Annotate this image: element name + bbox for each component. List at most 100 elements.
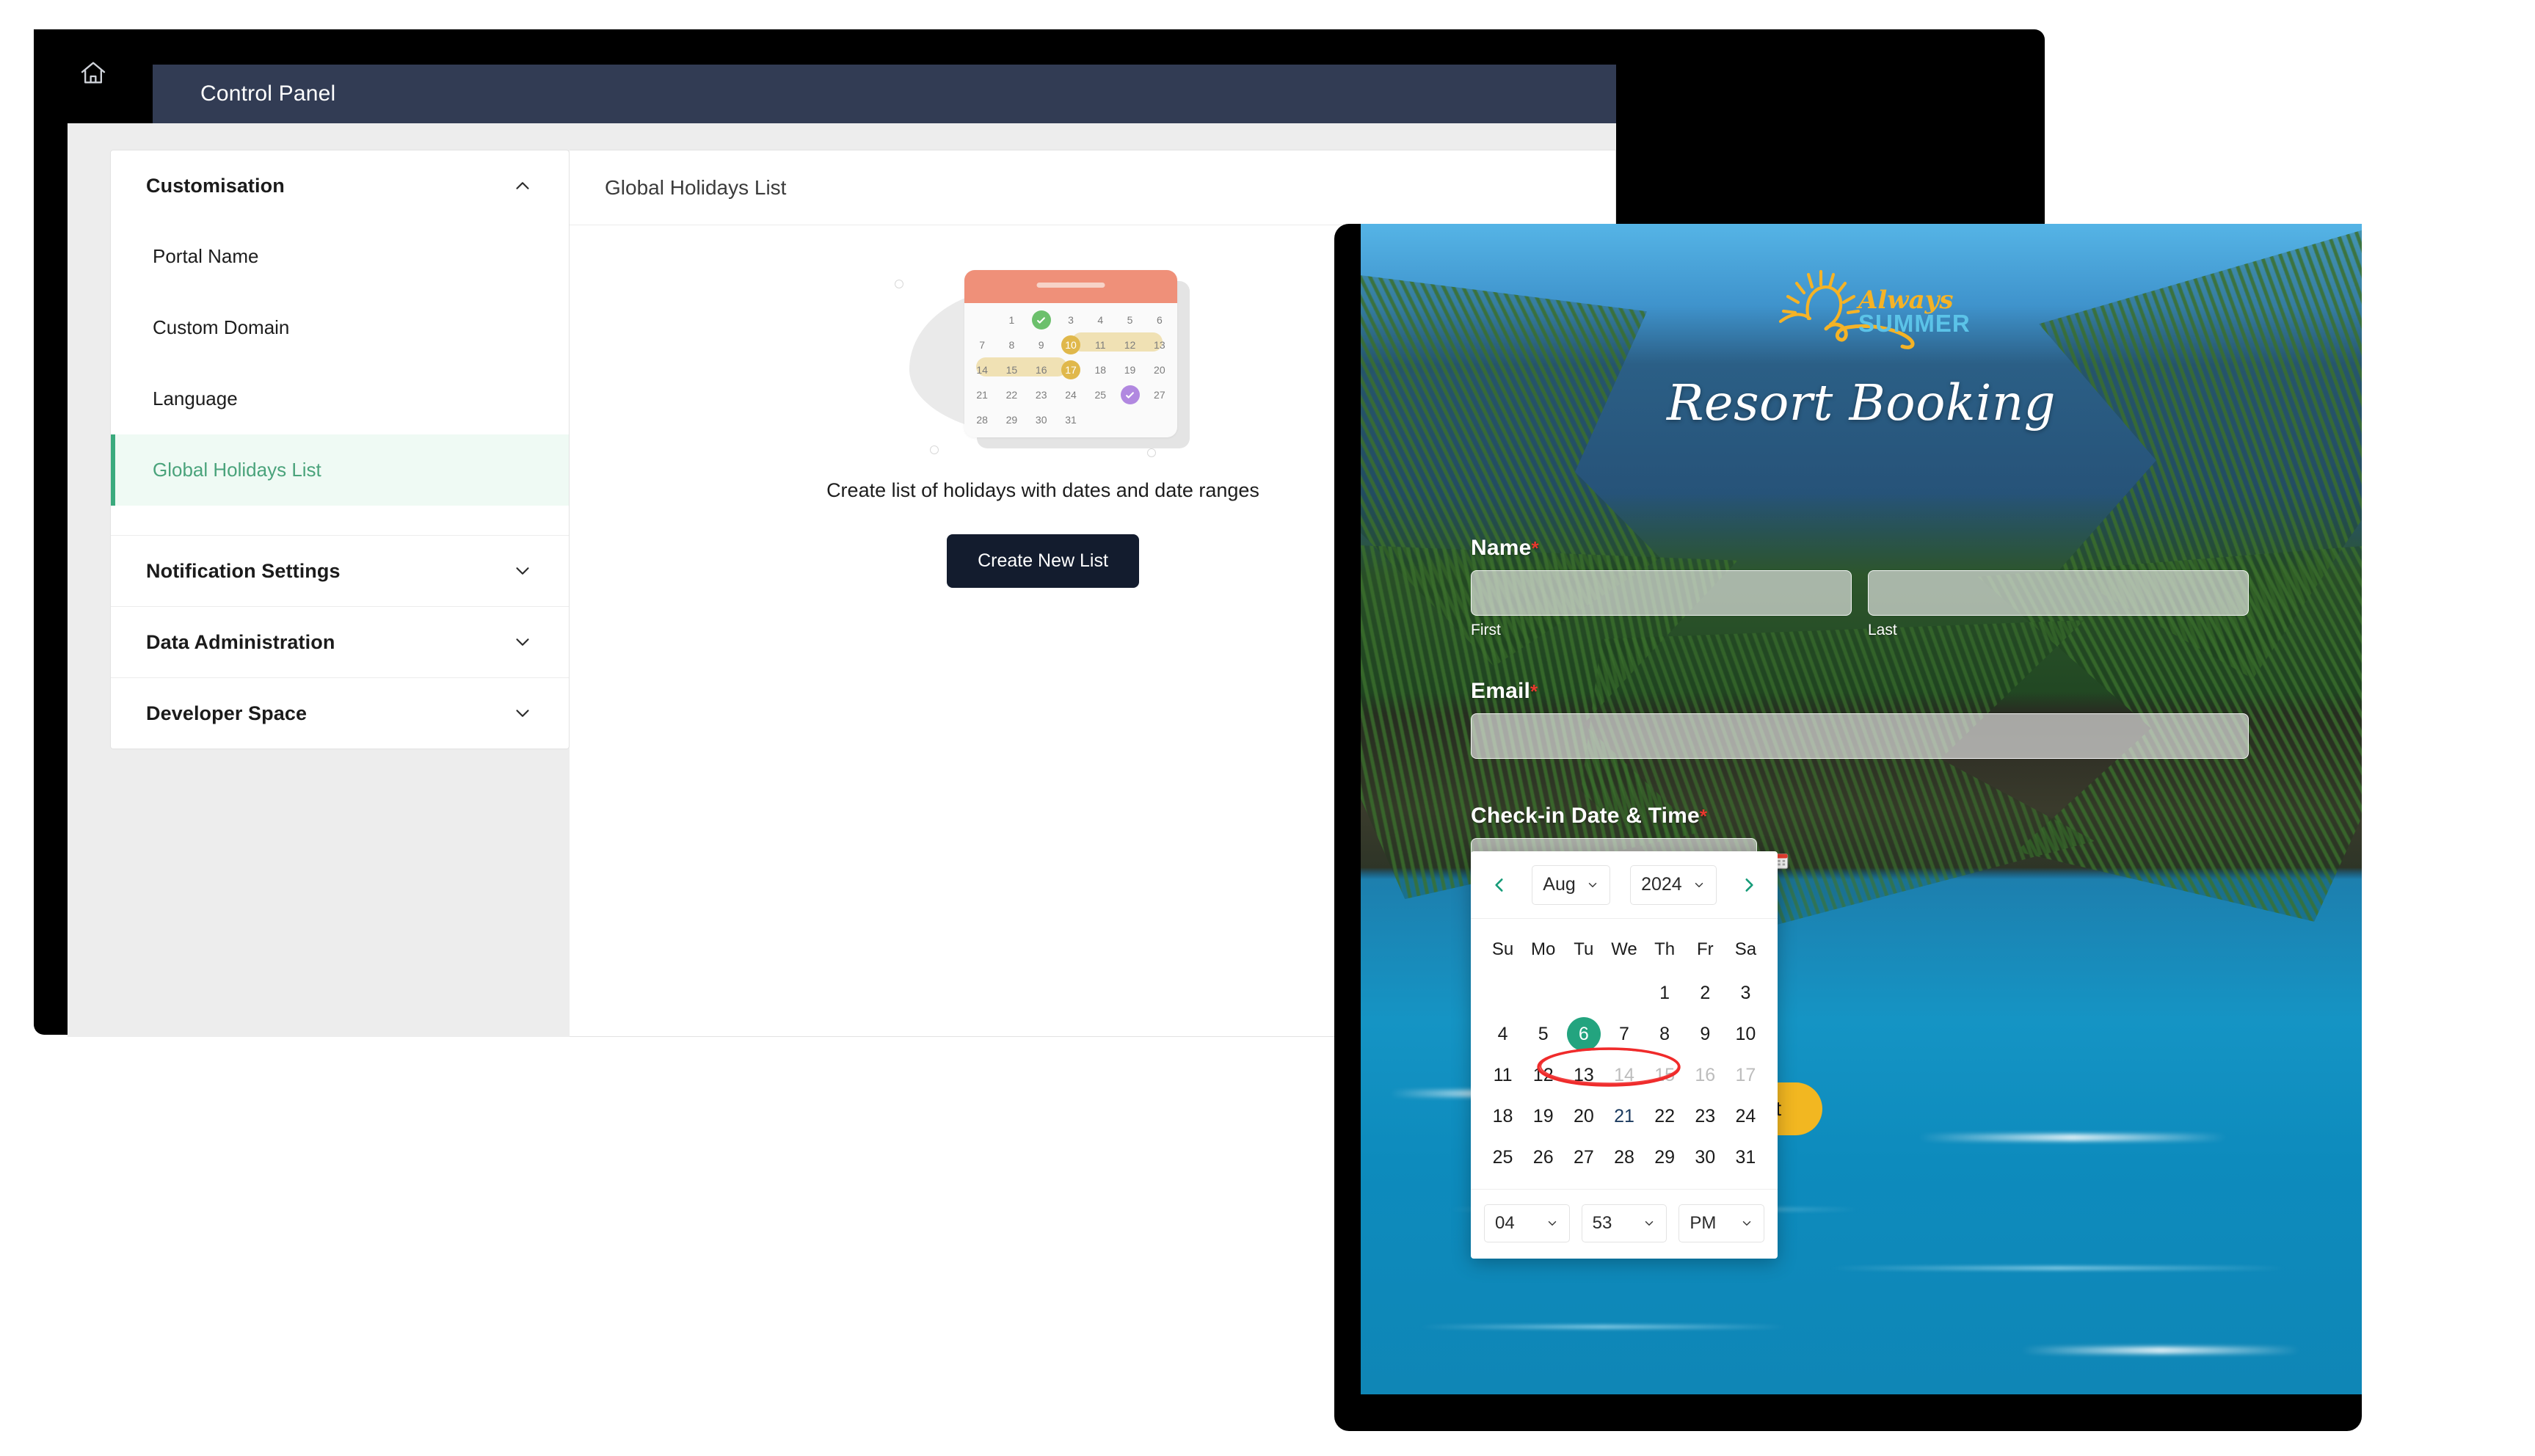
hour-select[interactable]: 04 [1484, 1204, 1570, 1242]
day-cell[interactable]: 22 [1645, 1099, 1685, 1133]
illustration-day-range-start: 10 [1056, 332, 1085, 357]
illustration-day: 14 [976, 364, 988, 376]
day-cell[interactable]: 8 [1645, 1017, 1685, 1051]
day-name: Fr [1696, 939, 1714, 959]
day-cell-today[interactable]: 21 [1604, 1099, 1644, 1133]
day-cell[interactable]: 12 [1523, 1058, 1563, 1092]
week-row: 4 5 6 7 8 9 10 [1483, 1017, 1766, 1058]
day-cell[interactable]: 5 [1523, 1017, 1563, 1051]
field-label-checkin: Check-in Date & Time* [1471, 804, 1708, 828]
day-cell[interactable]: 27 [1563, 1140, 1604, 1174]
illustration-day: 27 [1154, 389, 1165, 401]
day-cell[interactable]: 19 [1523, 1099, 1563, 1133]
day-cell[interactable]: 30 [1685, 1140, 1725, 1174]
day-cell[interactable]: 4 [1483, 1017, 1523, 1051]
chevron-left-icon[interactable] [1487, 873, 1512, 898]
first-name-input[interactable] [1471, 570, 1852, 616]
day-cell[interactable]: 24 [1725, 1099, 1766, 1133]
month-select[interactable]: Aug [1532, 864, 1610, 905]
sidebar-item-portal-name[interactable]: Portal Name [111, 221, 569, 292]
email-input[interactable] [1471, 713, 2249, 759]
day-cell[interactable]: 2 [1685, 976, 1725, 1010]
day-cell[interactable]: 18 [1483, 1099, 1523, 1133]
sidebar-items: Portal Name Custom Domain Language Globa… [111, 221, 569, 535]
meridiem-select[interactable]: PM [1679, 1204, 1765, 1242]
year-select[interactable]: 2024 [1630, 864, 1717, 905]
chevron-down-icon [1695, 882, 1703, 887]
illustration-day [1145, 407, 1174, 432]
illustration-card: 1 3 4 5 6 7 8 9 10 11 12 13 14 15 16 17 … [964, 270, 1177, 437]
required-asterisk: * [1530, 680, 1538, 702]
illustration-day: 3 [1068, 314, 1074, 326]
day-cell[interactable]: 1 [1645, 976, 1685, 1010]
datepicker-popup: Aug 2024 Su Mo Tu We Th Fr Sa 1 2 3 4 5 … [1471, 851, 1778, 1259]
minute-select[interactable]: 53 [1581, 1204, 1667, 1242]
illustration-day: 4 [1097, 314, 1104, 326]
illustration-day: 12 [1124, 339, 1136, 351]
illustration-day-grid: 1 3 4 5 6 7 8 9 10 11 12 13 14 15 16 17 … [964, 303, 1177, 432]
illustration-day: 28 [976, 414, 988, 426]
illustration-day: 15 [1005, 364, 1018, 376]
last-name-input[interactable] [1868, 570, 2249, 616]
illustration-day-range-end: 17 [1056, 357, 1085, 382]
illustration-card-header [964, 270, 1177, 303]
home-button[interactable] [34, 29, 153, 116]
datepicker-time-footer: 04 53 PM [1471, 1189, 1778, 1259]
sidebar-item-language[interactable]: Language [111, 363, 569, 434]
chevron-down-icon [512, 560, 534, 582]
illustration-day [1085, 407, 1115, 432]
illustration-day: 23 [1035, 389, 1047, 401]
day-cell[interactable]: 23 [1685, 1099, 1725, 1133]
create-new-list-button[interactable]: Create New List [947, 534, 1139, 588]
day-cell[interactable]: 13 [1563, 1058, 1604, 1092]
day-cell-selected[interactable]: 6 [1563, 1017, 1604, 1051]
day-cell-disabled: 14 [1614, 1064, 1634, 1085]
illustration-day: 9 [1038, 339, 1044, 351]
day-cell[interactable]: 10 [1725, 1017, 1766, 1051]
day-cell[interactable]: 3 [1725, 976, 1766, 1010]
sidebar-item-global-holidays-list[interactable]: Global Holidays List [111, 434, 569, 506]
day-cell[interactable]: 7 [1604, 1017, 1644, 1051]
minute-value: 53 [1592, 1213, 1612, 1233]
sidebar-section-developer-space[interactable]: Developer Space [111, 678, 569, 749]
always-summer-logo: Always SUMMER [1751, 264, 1971, 361]
chevron-right-icon[interactable] [1736, 873, 1761, 898]
day-cell-disabled: 15 [1654, 1064, 1676, 1085]
illustration-day [1115, 407, 1144, 432]
illustration-day-checked-purple [1115, 382, 1144, 407]
day-cell[interactable]: 20 [1563, 1099, 1604, 1133]
day-name: Tu [1574, 939, 1594, 959]
home-icon [79, 58, 108, 87]
day-cell-disabled: 17 [1735, 1064, 1756, 1085]
main-header-title: Global Holidays List [605, 175, 787, 199]
chevron-up-icon [512, 175, 534, 197]
sidebar-section-label: Customisation [146, 174, 285, 197]
month-value: Aug [1543, 874, 1576, 895]
sidebar-item-label: Custom Domain [153, 316, 290, 338]
illustration-day: 13 [1154, 339, 1165, 351]
day-cell[interactable]: 31 [1725, 1140, 1766, 1174]
day-cell[interactable]: 29 [1645, 1140, 1685, 1174]
sidebar-section-notification-settings[interactable]: Notification Settings [111, 536, 569, 606]
day-cell [1483, 976, 1523, 1010]
name-row: First Last [1471, 570, 2249, 639]
week-row: 11 12 13 14 15 16 17 [1483, 1058, 1766, 1099]
day-cell[interactable]: 11 [1483, 1058, 1523, 1092]
required-asterisk: * [1699, 805, 1708, 827]
illustration-day: 25 [1094, 389, 1107, 401]
illustration-day: 21 [976, 389, 988, 401]
day-cell[interactable]: 25 [1483, 1140, 1523, 1174]
sidebar-section-data-administration[interactable]: Data Administration [111, 607, 569, 677]
day-cell[interactable]: 28 [1604, 1140, 1644, 1174]
day-cell[interactable]: 9 [1685, 1017, 1725, 1051]
booking-form-content: Always SUMMER Resort Booking Name* First [1361, 224, 2362, 1394]
first-name-sublabel: First [1471, 622, 1501, 638]
required-asterisk: * [1531, 537, 1539, 559]
day-cell[interactable]: 26 [1523, 1140, 1563, 1174]
sidebar-item-custom-domain[interactable]: Custom Domain [111, 292, 569, 363]
illustration-day: 24 [1065, 389, 1077, 401]
sidebar-section-customisation[interactable]: Customisation [111, 150, 569, 221]
empty-state-caption: Create list of holidays with dates and d… [826, 479, 1259, 501]
illustration-day: 18 [1094, 364, 1107, 376]
datepicker-header: Aug 2024 [1471, 851, 1778, 919]
